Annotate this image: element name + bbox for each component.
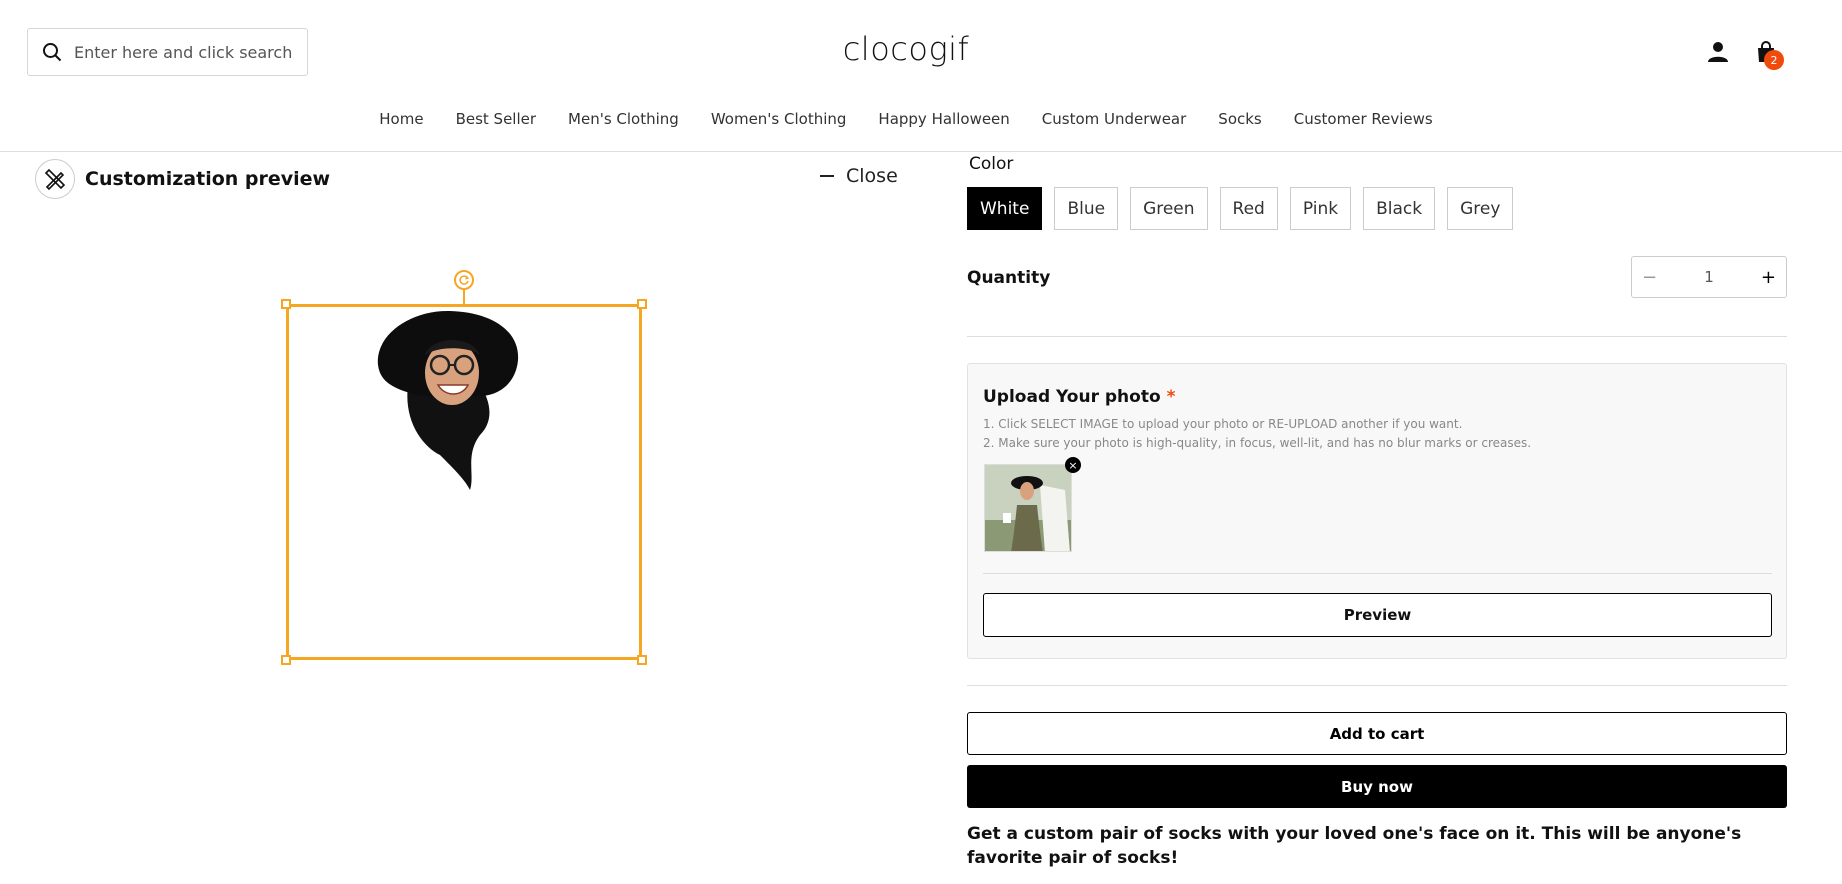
- add-to-cart-button[interactable]: Add to cart: [967, 712, 1787, 755]
- increase-quantity-button[interactable]: +: [1761, 267, 1776, 288]
- color-option-blue[interactable]: Blue: [1054, 187, 1119, 230]
- resize-handle-bottom-left[interactable]: [281, 655, 291, 665]
- color-option-black[interactable]: Black: [1363, 187, 1436, 230]
- close-label: Close: [846, 165, 898, 187]
- color-options: White Blue Green Red Pink Black Grey: [967, 187, 1514, 230]
- remove-photo-icon[interactable]: ×: [1065, 457, 1081, 473]
- buy-now-button[interactable]: Buy now: [967, 765, 1787, 808]
- rotate-handle-stem: [463, 288, 465, 304]
- cart-count-badge: 2: [1764, 50, 1784, 70]
- resize-handle-top-left[interactable]: [281, 299, 291, 309]
- color-option-red[interactable]: Red: [1219, 187, 1278, 230]
- upload-instruction-1: 1. Click SELECT IMAGE to upload your pho…: [983, 417, 1463, 431]
- nav-customer-reviews[interactable]: Customer Reviews: [1294, 110, 1433, 128]
- upload-photo-section: Upload Your photo * 1. Click SELECT IMAG…: [967, 363, 1787, 659]
- color-option-white[interactable]: White: [967, 187, 1043, 230]
- main-nav: Home Best Seller Men's Clothing Women's …: [0, 110, 1812, 128]
- customization-preview-header: Customization preview: [35, 158, 330, 200]
- customize-pencil-ruler-icon: [35, 159, 75, 199]
- required-marker: *: [1166, 387, 1176, 407]
- nav-mens-clothing[interactable]: Men's Clothing: [568, 110, 679, 128]
- quantity-stepper: − 1 +: [1631, 256, 1787, 298]
- customization-preview-title: Customization preview: [85, 168, 331, 190]
- minus-icon: [820, 175, 834, 177]
- nav-happy-halloween[interactable]: Happy Halloween: [878, 110, 1009, 128]
- nav-socks[interactable]: Socks: [1218, 110, 1261, 128]
- rotate-handle-icon[interactable]: [454, 270, 474, 290]
- resize-handle-bottom-right[interactable]: [637, 655, 647, 665]
- nav-custom-underwear[interactable]: Custom Underwear: [1042, 110, 1187, 128]
- close-preview-button[interactable]: Close: [820, 165, 898, 187]
- nav-home[interactable]: Home: [379, 110, 423, 128]
- upload-instruction-2: 2. Make sure your photo is high-quality,…: [983, 436, 1532, 450]
- color-option-grey[interactable]: Grey: [1447, 187, 1514, 230]
- cutout-face-image[interactable]: [370, 305, 530, 495]
- preview-button[interactable]: Preview: [983, 593, 1772, 637]
- resize-handle-top-right[interactable]: [637, 299, 647, 309]
- decrease-quantity-button[interactable]: −: [1642, 267, 1657, 288]
- upload-title-text: Upload Your photo: [983, 387, 1161, 407]
- color-option-green[interactable]: Green: [1130, 187, 1208, 230]
- site-logo[interactable]: clocogif: [0, 30, 1812, 68]
- section-divider-2: [967, 685, 1787, 686]
- upload-divider: [983, 573, 1772, 574]
- nav-womens-clothing[interactable]: Women's Clothing: [711, 110, 847, 128]
- color-option-pink[interactable]: Pink: [1289, 187, 1352, 230]
- upload-photo-title: Upload Your photo *: [983, 387, 1175, 407]
- quantity-label: Quantity: [967, 268, 1051, 288]
- section-divider: [967, 336, 1787, 337]
- product-description: Get a custom pair of socks with your lov…: [967, 824, 1742, 868]
- nav-best-seller[interactable]: Best Seller: [456, 110, 536, 128]
- color-label: Color: [969, 154, 1014, 174]
- account-icon[interactable]: [1706, 40, 1730, 64]
- uploaded-photo-thumbnail[interactable]: [984, 464, 1072, 552]
- quantity-value[interactable]: 1: [1704, 268, 1714, 286]
- site-header: clocogif 2 Home Best Seller Men's Clothi…: [0, 0, 1842, 152]
